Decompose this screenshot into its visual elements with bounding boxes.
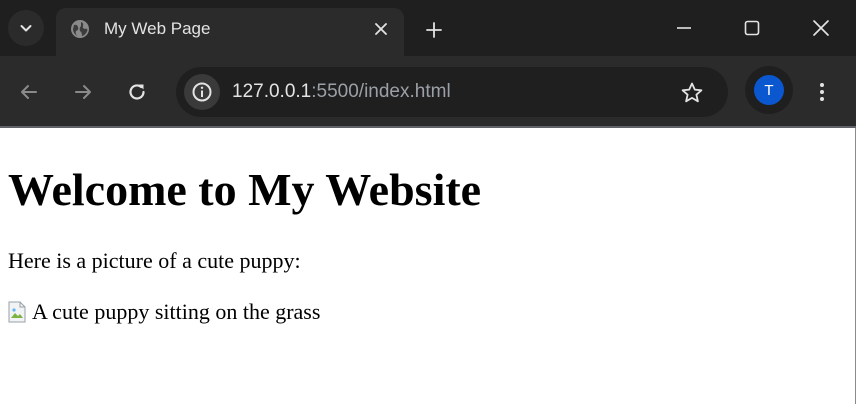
maximize-button[interactable] [730, 8, 774, 48]
avatar: T [754, 75, 784, 105]
close-icon [375, 23, 387, 35]
close-icon [813, 20, 829, 36]
tab-search-button[interactable] [8, 10, 44, 46]
page-heading: Welcome to My Website [8, 164, 482, 215]
chevron-down-icon [20, 25, 32, 32]
browser-toolbar: 127.0.0.1:5500/index.html T [0, 56, 856, 126]
forward-button[interactable] [65, 74, 101, 110]
reload-button[interactable] [119, 74, 155, 110]
minimize-icon [677, 27, 691, 29]
puppy-image: A cute puppy sitting on the grass [8, 299, 320, 325]
page-paragraph: Here is a picture of a cute puppy: [8, 248, 301, 273]
profile-button[interactable]: T [745, 66, 793, 114]
url-host: 127.0.0.1 [232, 81, 312, 102]
new-tab-button[interactable] [418, 14, 450, 46]
tab-strip: My Web Page [0, 0, 856, 56]
tab-active[interactable]: My Web Page [56, 8, 404, 56]
reload-icon [129, 84, 145, 100]
page-content: Welcome to My Website Here is a picture … [0, 128, 856, 404]
arrow-right-icon [75, 85, 91, 99]
info-icon [192, 82, 212, 102]
minimize-button[interactable] [662, 8, 706, 48]
broken-image-icon [8, 301, 26, 323]
menu-button[interactable] [804, 74, 840, 110]
globe-icon [70, 19, 90, 39]
more-vert-icon [820, 83, 824, 101]
plus-icon [426, 22, 442, 38]
browser-window: My Web Page 127.0.0.1:5500/index.html T … [0, 0, 856, 404]
window-close-button[interactable] [799, 8, 843, 48]
tab-title: My Web Page [104, 19, 211, 38]
star-icon [681, 82, 703, 103]
site-info-button[interactable] [184, 74, 220, 110]
address-bar[interactable]: 127.0.0.1:5500/index.html [176, 67, 728, 117]
arrow-left-icon [21, 85, 37, 99]
url-path: :5500/index.html [311, 81, 451, 102]
tab-close-button[interactable] [368, 16, 394, 42]
maximize-icon [744, 20, 760, 36]
url-text[interactable]: 127.0.0.1:5500/index.html [232, 81, 451, 103]
bookmark-button[interactable] [676, 77, 708, 109]
back-button[interactable] [11, 74, 47, 110]
image-alt-text: A cute puppy sitting on the grass [32, 299, 321, 324]
